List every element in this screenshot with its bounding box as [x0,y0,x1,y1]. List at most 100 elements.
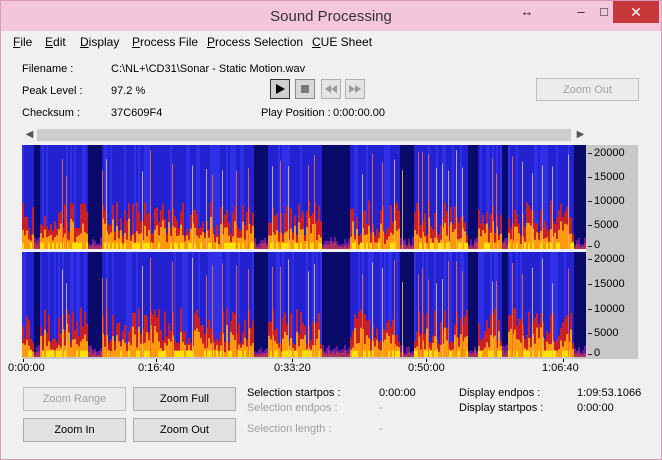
scroll-left-icon[interactable]: ◀ [22,127,37,143]
spectrogram-column [348,145,350,249]
zoom-in-button[interactable]: Zoom In [23,418,126,442]
spectrogram-column [330,252,332,357]
spectrogram-column [400,252,402,357]
spectrogram-energy [544,238,546,249]
scale-tick [588,333,592,334]
menu-edit[interactable]: Edit [45,35,66,49]
spectrogram-energy [218,351,220,357]
spectrogram-energy [404,355,406,357]
menu-file[interactable]: File [13,35,32,49]
spectrogram-energy [298,222,300,249]
menu-process-file[interactable]: Process File [132,35,198,49]
spectrogram-energy [396,350,398,357]
spectrogram-energy [26,230,28,249]
spectrogram-energy [46,350,48,357]
spectrogram-energy [564,223,566,249]
spectrogram-energy [178,235,180,249]
spectrogram-energy [130,345,132,357]
spectrogram-energy [482,349,484,357]
spectrogram-column [340,145,342,249]
spectrogram-area[interactable]: 20000 15000 10000 5000 0 20000 15000 100… [22,145,638,359]
spectrogram-column [576,252,578,357]
spectrogram-bottom-channel[interactable] [22,252,586,357]
spectrogram-energy [170,341,172,357]
spectrogram-energy [162,350,164,357]
menu-display[interactable]: Display [80,35,119,49]
rewind-button[interactable] [321,79,341,99]
spectrogram-energy [224,352,226,357]
scale-label: 5000 [594,327,619,339]
spectrogram-energy [278,241,280,249]
menu-display-label: isplay [88,35,120,49]
spectrogram-energy [88,351,90,357]
zoom-out-button[interactable]: Zoom Out [133,418,236,442]
spectrogram-column [186,252,188,357]
horizontal-scrollbar[interactable]: ◀ ▶ [22,127,588,143]
spectrogram-top-channel[interactable] [22,145,586,249]
spectrogram-transient [492,281,493,357]
spectrogram-energy [400,351,402,357]
spectrogram-transient [394,159,395,249]
spectrogram-transient [568,268,569,357]
resize-icon[interactable]: ↔ [509,1,545,23]
close-button[interactable]: ✕ [613,1,659,23]
spectrogram-energy [510,328,512,357]
spectrogram-energy [96,355,98,357]
spectrogram-column [338,252,340,357]
zoom-out-top-button[interactable]: Zoom Out [536,78,639,101]
spectrogram-column [412,252,414,357]
spectrogram-energy [204,238,206,249]
spectrogram-energy [126,239,128,249]
menu-cue-sheet[interactable]: CUE Sheet [312,35,372,49]
spectrogram-column [572,252,574,357]
spectrogram-energy [516,350,518,357]
spectrogram-column [340,252,342,357]
zoom-range-button[interactable]: Zoom Range [23,387,126,411]
spectrogram-energy [110,232,112,249]
spectrogram-energy [330,241,332,249]
spectrogram-column [258,145,260,249]
spectrogram-column [266,145,268,249]
spectrogram-transient [462,167,463,249]
spectrogram-energy [364,350,366,357]
scroll-thumb[interactable] [37,129,571,141]
spectrogram-energy [82,350,84,357]
spectrogram-transient [362,174,363,249]
time-label: 1:06:40 [542,362,579,374]
spectrogram-energy [204,350,206,357]
menu-process-selection[interactable]: Process Selection [207,35,303,49]
play-position-label: Play Position : [261,107,331,119]
spectrogram-energy [194,330,196,357]
scale-tick [588,246,592,247]
zoom-full-button[interactable]: Zoom Full [133,387,236,411]
checksum-value: 37C609F4 [111,107,163,119]
spectrogram-transient [314,263,315,357]
selection-endpos-value: - [379,402,383,414]
spectrogram-energy [360,327,362,357]
spectrogram-column [346,145,348,249]
spectrogram-energy [350,349,352,357]
spectrogram-column [520,145,522,249]
spectrogram-column [438,252,440,357]
spectrogram-energy [384,339,386,357]
scroll-right-icon[interactable]: ▶ [573,127,588,143]
fast-forward-button[interactable] [345,79,365,99]
play-button[interactable] [270,79,290,99]
spectrogram-column [408,252,410,357]
spectrogram-energy [486,342,488,357]
stop-button[interactable] [295,79,315,99]
spectrogram-energy [264,241,266,249]
spectrogram-energy [536,232,538,249]
spectrogram-energy [202,343,204,357]
spectrogram-transient [280,266,281,357]
spectrogram-column [90,145,92,249]
spectrogram-column [472,145,474,249]
spectrogram-energy [118,341,120,357]
spectrogram-column [34,252,36,357]
spectrogram-energy [160,227,162,249]
spectrogram-column [240,252,242,357]
spectrogram-column [92,252,94,357]
spectrogram-transient [402,282,403,357]
spectrogram-column [90,252,92,357]
spectrogram-energy [42,350,44,357]
